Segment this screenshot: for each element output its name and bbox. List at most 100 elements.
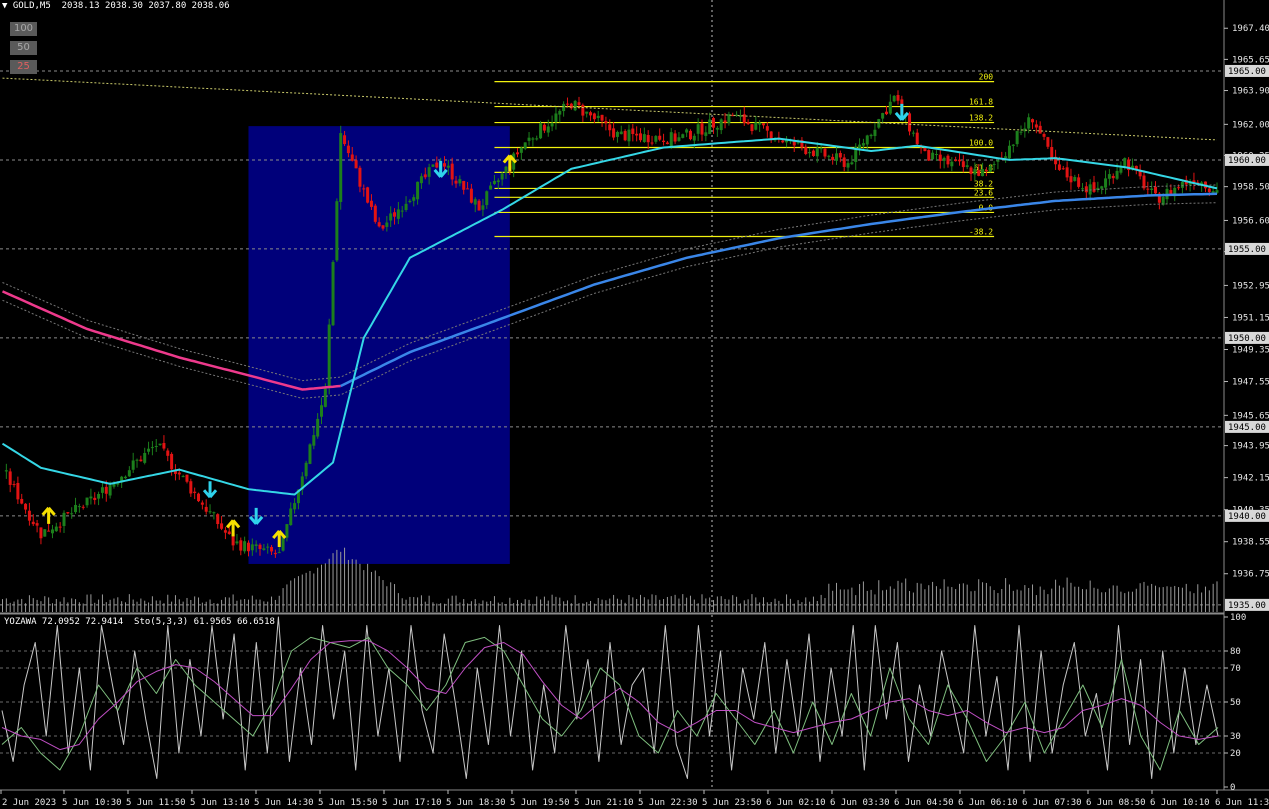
- candle-body: [646, 135, 650, 143]
- fib-level-label: 100.0: [969, 138, 993, 147]
- candle-body: [719, 119, 723, 131]
- candle-body: [466, 188, 470, 190]
- fib-level-label: 161.8: [969, 98, 993, 107]
- candle-body: [527, 137, 531, 141]
- candle-body: [677, 137, 681, 141]
- candle-body: [673, 133, 677, 142]
- candle-body: [688, 130, 692, 140]
- price-tick-label: 1945.65: [1232, 411, 1269, 421]
- candle-body: [216, 514, 220, 525]
- fib-level-label: 23.6: [974, 188, 993, 197]
- candle-body: [950, 161, 954, 167]
- candle-body: [685, 129, 689, 133]
- candle-body: [811, 150, 815, 156]
- candle-body: [377, 222, 381, 227]
- candle-body: [957, 159, 961, 162]
- candle-body: [927, 150, 931, 161]
- candle-body: [266, 546, 270, 548]
- candle-body: [631, 128, 635, 134]
- candle-body: [369, 200, 373, 207]
- candle-body: [350, 154, 354, 161]
- candle-body: [462, 180, 466, 190]
- candle-body: [604, 121, 608, 124]
- fast-ma-line: [1, 137, 1218, 496]
- fib-level-label: 138.2: [969, 114, 993, 123]
- candle-body: [781, 140, 785, 143]
- collapse-triangle-icon[interactable]: ▼: [2, 1, 13, 11]
- candle-body: [858, 144, 862, 149]
- candle-body: [239, 540, 243, 551]
- candle-body: [934, 154, 938, 156]
- candle-body: [469, 188, 473, 203]
- candle-body: [258, 544, 262, 550]
- candle-body: [831, 156, 835, 161]
- candle-body: [50, 529, 54, 534]
- candle-body: [31, 521, 35, 525]
- time-tick-label: 5 Jun 11:50: [126, 798, 186, 808]
- candle-body: [289, 508, 293, 526]
- time-tick-label: 5 Jun 23:50: [702, 798, 762, 808]
- candle-body: [665, 142, 669, 145]
- candle-body: [8, 471, 12, 485]
- candle-body: [74, 504, 78, 513]
- candle-body: [612, 128, 616, 138]
- candle-body: [1088, 184, 1092, 195]
- candle-body: [416, 181, 420, 200]
- candle-body: [861, 143, 865, 146]
- candle-body: [135, 459, 139, 461]
- time-tick-label: 6 Jun 07:30: [1022, 798, 1082, 808]
- candle-body: [27, 510, 31, 521]
- oscillator-tick-label: 80: [1230, 647, 1241, 657]
- candle-body: [627, 129, 631, 142]
- candle-body: [393, 212, 397, 217]
- candle-body: [888, 101, 892, 114]
- candle-body: [89, 496, 93, 499]
- candle-body: [696, 124, 700, 134]
- candle-body: [758, 122, 762, 125]
- symbol-label: GOLD,M5: [12, 1, 51, 11]
- candle-body: [485, 191, 489, 206]
- candle-body: [473, 199, 477, 205]
- candle-body: [339, 133, 343, 202]
- candle-body: [504, 166, 508, 173]
- time-tick-label: 5 Jun 19:50: [510, 798, 570, 808]
- candle-body: [1050, 147, 1054, 159]
- price-tick-label: 1958.50: [1232, 183, 1269, 193]
- candle-body: [884, 111, 888, 115]
- candle-body: [1065, 167, 1069, 178]
- candle-body: [39, 527, 43, 539]
- candle-body: [108, 485, 112, 496]
- zoom-50-button[interactable]: 50: [10, 41, 37, 55]
- time-tick-label: 6 Jun 02:10: [766, 798, 826, 808]
- candle-body: [838, 152, 842, 158]
- zoom-100-button[interactable]: 100: [10, 22, 37, 36]
- candle-body: [835, 153, 839, 161]
- zoom-25-button[interactable]: 25: [10, 60, 37, 74]
- candle-body: [662, 140, 666, 143]
- candle-body: [754, 122, 758, 130]
- candle-body: [961, 161, 965, 168]
- candle-body: [692, 135, 696, 141]
- down-arrow-icon: [202, 481, 218, 499]
- round-level-tag-label: 1945.00: [1228, 423, 1266, 433]
- candle-body: [1150, 188, 1154, 190]
- candle-body: [250, 544, 254, 551]
- candle-body: [519, 147, 523, 153]
- candle-body: [1177, 187, 1181, 189]
- candle-body: [596, 115, 600, 118]
- candle-body: [585, 111, 589, 114]
- candle-body: [908, 113, 912, 132]
- candle-body: [43, 529, 47, 537]
- indicator-header: YOZAWA 72.0952 72.9414 Sto(5,3,3) 61.956…: [4, 617, 275, 627]
- candle-body: [197, 493, 201, 502]
- price-chart[interactable]: 1967.401965.651963.901962.001960.251958.…: [0, 0, 1269, 809]
- price-tick-label: 1938.55: [1232, 538, 1269, 548]
- candle-body: [1011, 144, 1015, 146]
- fib-level-label: 200: [979, 73, 994, 82]
- candle-body: [700, 123, 704, 135]
- candle-body: [1123, 158, 1127, 166]
- candle-body: [704, 132, 708, 136]
- candle-body: [127, 470, 131, 477]
- candle-body: [366, 187, 370, 203]
- oscillator-series-yozawa: [1, 616, 1219, 779]
